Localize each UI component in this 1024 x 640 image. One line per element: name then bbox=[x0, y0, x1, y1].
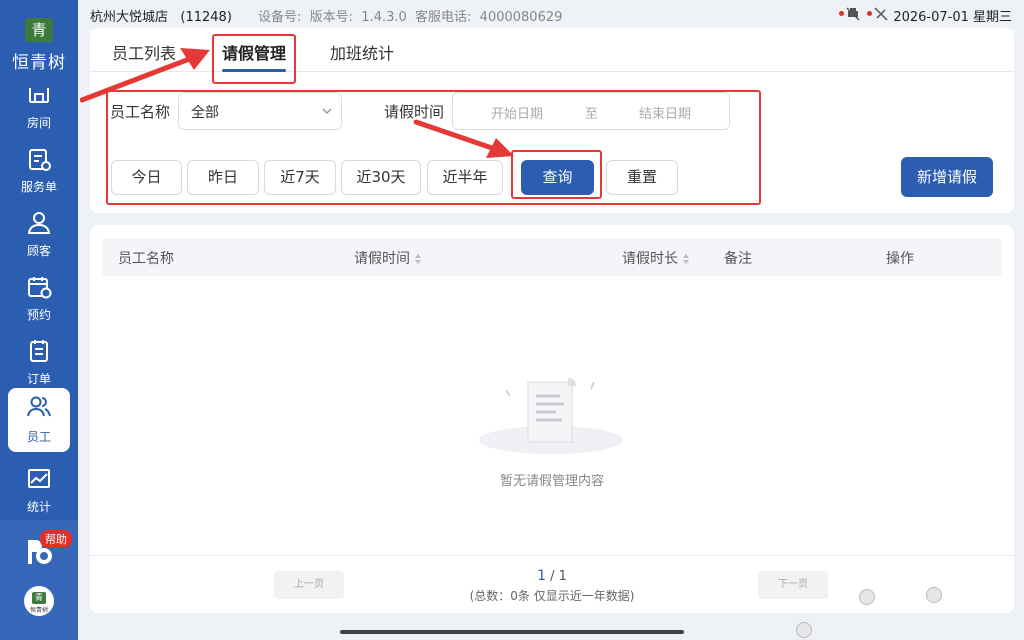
next-page-button[interactable]: 下一页 bbox=[758, 571, 828, 599]
sidebar-item-stats[interactable]: 统计 bbox=[8, 460, 70, 522]
brand-logo: 青 bbox=[25, 18, 53, 42]
home-indicator[interactable] bbox=[340, 630, 684, 634]
column-header-employee: 员工名称 bbox=[118, 251, 174, 267]
printer-alert-dot bbox=[839, 11, 844, 16]
order-icon bbox=[30, 340, 48, 362]
room-icon bbox=[29, 88, 49, 103]
sidebar-item-label: 预约 bbox=[26, 308, 51, 322]
current-page: 1 bbox=[537, 568, 546, 584]
page-indicator: 1 / 1 bbox=[537, 568, 567, 584]
pagination: 上一页 1 / 1 (总数：0条 仅显示近一年数据) 下一页 bbox=[90, 555, 1014, 613]
empty-state-text: 暂无请假管理内容 bbox=[499, 474, 604, 489]
help-badge[interactable]: 帮助 bbox=[40, 530, 72, 548]
empty-document-icon bbox=[479, 378, 623, 454]
printer-off-icon bbox=[846, 7, 860, 21]
sort-icon bbox=[683, 254, 689, 264]
staff-icon bbox=[27, 396, 51, 417]
sidebar-item-staff[interactable]: 员工 bbox=[8, 388, 70, 452]
datetime: 2026-07-01 星期三 bbox=[893, 10, 1012, 25]
column-header-label: 请假时间 bbox=[354, 251, 410, 267]
brand: 青 恒青树 bbox=[0, 0, 78, 74]
annotation-arrow-tab bbox=[80, 48, 210, 103]
sidebar-item-label: 顾客 bbox=[26, 244, 51, 258]
sidebar-item-label: 服务单 bbox=[20, 180, 57, 194]
status-bar: 杭州大悦城店 (11248) 设备号: 版本号: 1.4.3.0 客服电话: 4… bbox=[78, 0, 1024, 28]
sidebar-item-label: 统计 bbox=[26, 500, 51, 514]
avatar-text: 恒青树 bbox=[29, 607, 48, 614]
table-header: 员工名称 请假时间 请假时长 备注 操作 bbox=[102, 238, 1002, 276]
pagination-summary: (总数：0条 仅显示近一年数据) bbox=[469, 589, 635, 603]
column-header-remark: 备注 bbox=[724, 251, 752, 267]
sidebar-item-room[interactable]: 房间 bbox=[8, 76, 70, 138]
chart-icon bbox=[28, 469, 50, 488]
store-name: 杭州大悦城店 (11248) bbox=[90, 10, 232, 25]
add-leave-button[interactable]: 新增请假 bbox=[901, 157, 993, 197]
sidebar: 青 恒青树 房间 服务单 顾客 预约 订单 员工 统计 帮助 青 恒青树 bbox=[0, 0, 78, 640]
column-header-leave-duration[interactable]: 请假时长 bbox=[622, 248, 690, 268]
total-pages: 1 bbox=[558, 569, 567, 584]
avatar[interactable]: 青 恒青树 bbox=[24, 586, 54, 616]
annotation-arrow-query bbox=[413, 119, 514, 158]
sidebar-item-appointment[interactable]: 预约 bbox=[8, 268, 70, 330]
help-section: 帮助 青 恒青树 bbox=[0, 520, 78, 640]
sidebar-item-label: 订单 bbox=[26, 372, 51, 386]
floating-dot-button[interactable] bbox=[796, 622, 812, 638]
calendar-icon bbox=[28, 277, 52, 299]
sidebar-item-service-order[interactable]: 服务单 bbox=[8, 140, 70, 202]
tab-overtime-stats[interactable]: 加班统计 bbox=[330, 40, 394, 64]
floating-dot-button[interactable] bbox=[859, 589, 875, 605]
device-meta: 设备号: 版本号: 1.4.3.0 客服电话: 4000080629 bbox=[258, 10, 563, 25]
column-header-actions: 操作 bbox=[886, 251, 914, 267]
annotation-box-tab bbox=[212, 34, 296, 84]
sidebar-item-label: 员工 bbox=[26, 430, 51, 444]
brand-name: 恒青树 bbox=[12, 53, 66, 73]
column-header-leave-time[interactable]: 请假时间 bbox=[354, 248, 422, 268]
sort-icon bbox=[415, 254, 421, 264]
annotation-box-query bbox=[511, 150, 602, 199]
column-header-label: 请假时长 bbox=[622, 251, 678, 267]
floating-dot-button[interactable] bbox=[926, 587, 942, 603]
customer-icon bbox=[27, 212, 51, 234]
sidebar-item-customer[interactable]: 顾客 bbox=[8, 204, 70, 266]
sidebar-item-label: 房间 bbox=[26, 116, 51, 130]
sidebar-item-order[interactable]: 订单 bbox=[8, 332, 70, 394]
avatar-logo: 青 bbox=[32, 592, 46, 604]
service-order-icon bbox=[29, 149, 51, 171]
connection-off-icon bbox=[874, 7, 888, 21]
table-card: 员工名称 请假时间 请假时长 备注 操作 暂无请假管理内容 上一页 1 / 1 … bbox=[90, 225, 1014, 613]
network-alert-dot bbox=[867, 11, 872, 16]
